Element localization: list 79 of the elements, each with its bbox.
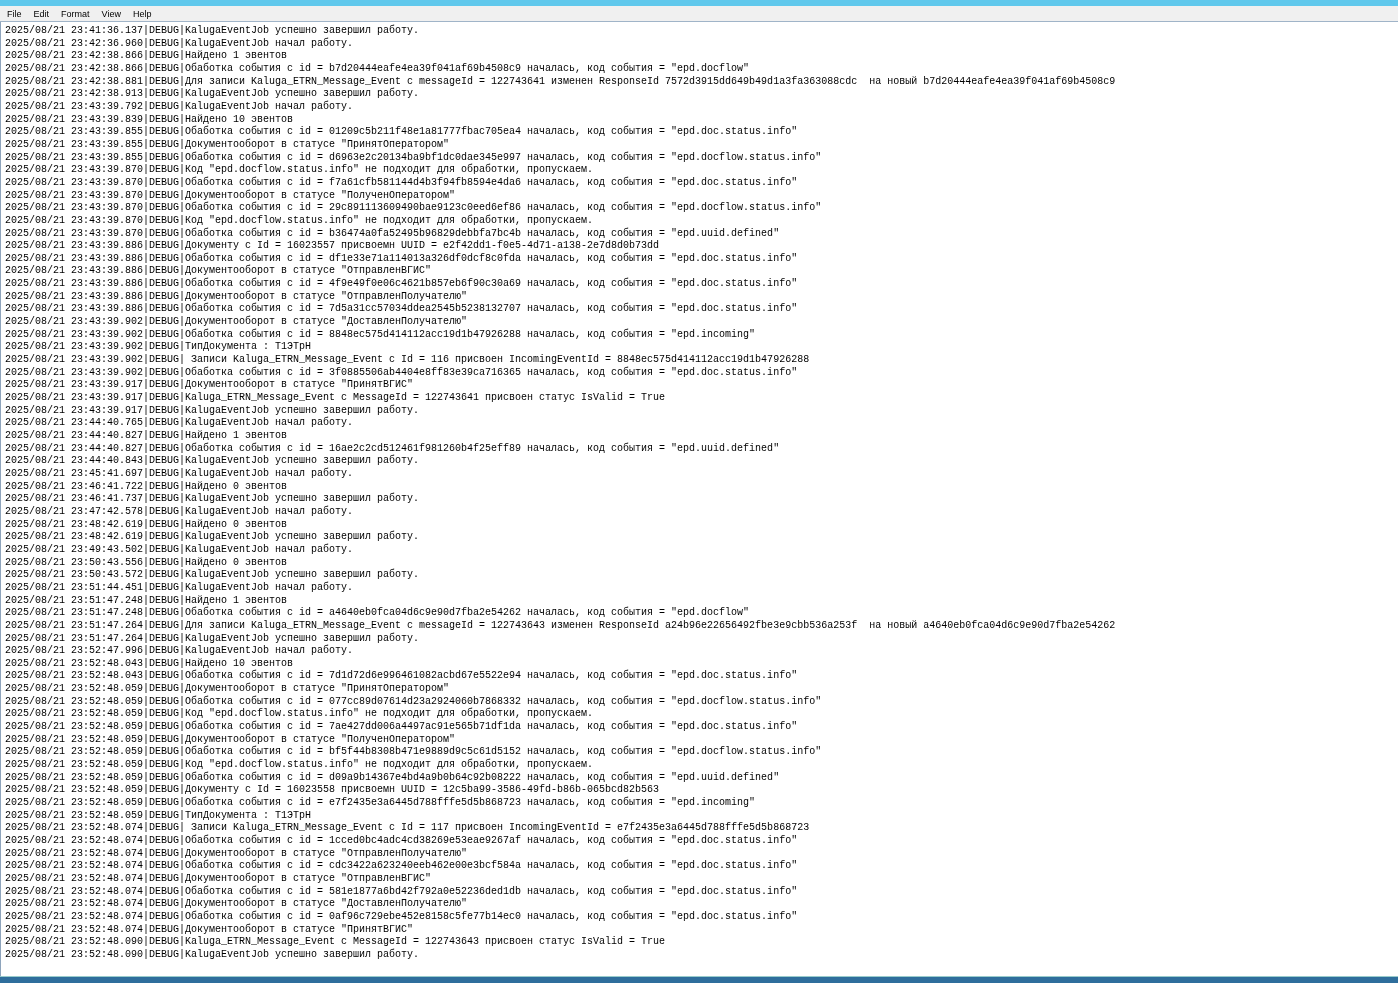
- log-line: 2025/08/21 23:43:39.917|DEBUG|Документооборот в статусе "ПринятВГИС": [5, 379, 414, 392]
- log-line: 2025/08/21 23:52:48.059|DEBUG|Обаботка события с id = e7f2435e3a6445d788fffe5d5b868723 началась, код события = "epd.incoming": [5, 797, 756, 810]
- log-line: 2025/08/21 23:52:48.059|DEBUG|ТипДокумента : Т1ЭТрН: [5, 809, 312, 822]
- log-line: 2025/08/21 23:48:42.619|DEBUG|KalugaEventJob успешно завершил работу.: [5, 531, 420, 543]
- menu-item[interactable]: Help: [126, 6, 158, 21]
- log-line: 2025/08/21 23:52:48.074|DEBUG|Документооборот в статусе "ДоставленПолучателю": [5, 898, 468, 910]
- log-line: 2025/08/21 23:47:42.578|DEBUG|KalugaEventJob начал работу.: [5, 505, 354, 519]
- log-line: 2025/08/21 23:52:48.043|DEBUG|Обаботка события с id = 7d1d72d6e996461082acbd67e5522e94 началась, код события = "epd.doc.status.info": [5, 670, 798, 682]
- log-line: 2025/08/21 23:48:42.619|DEBUG|Найдено 0 эвентов: [5, 518, 288, 531]
- log-line: 2025/08/21 23:52:48.059|DEBUG|Обаботка события с id = bf5f44b8308b471e9889d9c5c61d5152 началась, код события = "epd.docflow.status.info": [5, 746, 822, 758]
- log-line: 2025/08/21 23:50:43.556|DEBUG|Найдено 0 эвентов: [5, 556, 288, 569]
- log-line: 2025/08/21 23:52:48.074|DEBUG|Обаботка события с id = 0af96c729ebe452e8158c5fe77b14ec0 началась, код события = "epd.doc.status.info": [5, 910, 798, 923]
- log-line: 2025/08/21 23:52:48.059|DEBUG|Обаботка события с id = 7ae427dd006a4497ac91e565b71df1da началась, код события = "epd.doc.status.info": [5, 721, 798, 733]
- log-line: 2025/08/21 23:52:48.090|DEBUG|Kaluga_ETRN_Message_Event с MessageId = 122743643 присвоен статус IsValid = True: [5, 936, 666, 948]
- log-line: 2025/08/21 23:43:39.902|DEBUG|Обаботка события с id = 8848ec575d414112acc19d1b47926288 началась, код события = "epd.incoming": [5, 328, 756, 341]
- menu-item[interactable]: View: [95, 6, 127, 21]
- log-line: 2025/08/21 23:52:48.059|DEBUG|Код "epd.docflow.status.info" не подходит для обработки, пропускаем.: [5, 759, 594, 771]
- log-line: 2025/08/21 23:52:47.996|DEBUG|KalugaEventJob начал работу.: [5, 645, 354, 658]
- menu-item[interactable]: File: [1, 6, 28, 21]
- log-line: 2025/08/21 23:43:39.886|DEBUG|Обаботка события с id = 4f9e49f0e06c4621b857eb6f90c30a69 началась, код события = "epd.doc.status.info": [5, 278, 798, 290]
- log-line: 2025/08/21 23:52:48.074|DEBUG|Обаботка события с id = cdc3422a623240eeb462e00e3bcf584a началась, код события = "epd.doc.status.info": [5, 860, 798, 872]
- log-line: 2025/08/21 23:42:38.866|DEBUG|Обаботка события с id = b7d20444eafe4ea39f041af69b4508c9 началась, код события = "epd.docflow": [5, 62, 750, 76]
- log-line: 2025/08/21 23:51:47.248|DEBUG|Найдено 1 эвентов: [5, 594, 288, 606]
- log-line: 2025/08/21 23:43:39.855|DEBUG|Документооборот в статусе "ПринятОператором": [5, 138, 450, 151]
- log-line: 2025/08/21 23:44:40.765|DEBUG|KalugaEventJob начал работу.: [5, 417, 354, 430]
- log-line: 2025/08/21 23:43:39.870|DEBUG|Обаботка события с id = f7a61cfb581144d4b3f94fb8594e4da6 началась, код события = "epd.doc.status.info": [5, 176, 798, 189]
- log-line: 2025/08/21 23:43:39.870|DEBUG|Код "epd.docflow.status.info" не подходит для обработки, пропускаем.: [5, 164, 594, 176]
- log-line: 2025/08/21 23:42:38.881|DEBUG|Для записи Kaluga_ETRN_Message_Event с messageId = 122743641 изменен ResponseId 7572d3915dd649b49d1a3fa363088cdc на новый b7d20444eafe4ea39f041af69b4508c9: [5, 75, 1116, 87]
- log-line: 2025/08/21 23:52:48.059|DEBUG|Документооборот в статусе "ПринятОператором": [5, 683, 450, 695]
- menu-item[interactable]: Format: [55, 6, 96, 21]
- log-line: 2025/08/21 23:43:39.870|DEBUG|Обаботка события с id = 29c891113609490bae9123c0eed6ef86 началась, код события = "epd.docflow.status.info": [5, 202, 822, 214]
- log-line: 2025/08/21 23:52:48.074|DEBUG|Обаботка события с id = 581e1877a6bd42f792a0e52236ded1db началась, код события = "epd.doc.status.info": [5, 885, 798, 897]
- log-line: 2025/08/21 23:46:41.722|DEBUG|Найдено 0 эвентов: [5, 480, 288, 493]
- log-line: 2025/08/21 23:43:39.886|DEBUG|Документооборот в статусе "ОтправленВГИС": [5, 265, 432, 277]
- log-line: 2025/08/21 23:52:48.043|DEBUG|Найдено 10 эвентов: [5, 657, 294, 670]
- log-line: 2025/08/21 23:51:47.264|DEBUG|KalugaEventJob успешно завершил работу.: [5, 632, 420, 644]
- log-line: 2025/08/21 23:44:40.827|DEBUG|Найдено 1 эвентов: [5, 430, 288, 442]
- log-line: 2025/08/21 23:43:39.870|DEBUG|Код "epd.docflow.status.info" не подходит для обработки, пропускаем.: [5, 214, 594, 227]
- menu-item[interactable]: Edit: [27, 6, 56, 21]
- log-line: 2025/08/21 23:52:48.074|DEBUG|Документооборот в статусе "ОтправленВГИС": [5, 872, 432, 885]
- log-line: 2025/08/21 23:42:38.913|DEBUG|KalugaEventJob успешно завершил работу.: [5, 88, 420, 100]
- log-line: 2025/08/21 23:43:39.917|DEBUG|Kaluga_ETRN_Message_Event с MessageId = 122743641 присвоен статус IsValid = True: [5, 392, 666, 404]
- log-line: 2025/08/21 23:50:43.572|DEBUG|KalugaEventJob успешно завершил работу.: [5, 569, 420, 581]
- log-line: 2025/08/21 23:52:48.074|DEBUG| Записи Kaluga_ETRN_Message_Event с Id = 117 присвоен IncomingEventId = e7f2435e3a6445d788fffe5d5b868723: [5, 822, 810, 834]
- log-line: 2025/08/21 23:52:48.074|DEBUG|Документооборот в статусе "ОтправленПолучателю": [5, 847, 468, 859]
- log-line: 2025/08/21 23:51:44.451|DEBUG|KalugaEventJob начал работу.: [5, 581, 354, 595]
- log-line: 2025/08/21 23:43:39.792|DEBUG|KalugaEventJob начал работу.: [5, 100, 354, 114]
- log-line: 2025/08/21 23:44:40.843|DEBUG|KalugaEventJob успешно завершил работу.: [5, 455, 420, 467]
- log-line: 2025/08/21 23:43:39.870|DEBUG|Обаботка события с id = b36474a0fa52495b96829debbfa7bc4b началась, код события = "epd.uuid.defined": [5, 227, 780, 240]
- log-line: 2025/08/21 23:43:39.870|DEBUG|Документооборот в статусе "ПолученОператором": [5, 189, 456, 201]
- log-line: 2025/08/21 23:51:47.264|DEBUG|Для записи Kaluga_ETRN_Message_Event с messageId = 122743643 изменен ResponseId a24b96e22656492fbe3e9cbb536a253f на новый a4640eb0fca04d6c9e90d7fba2e54262: [5, 619, 1116, 632]
- log-line: 2025/08/21 23:52:48.059|DEBUG|Обаботка события с id = 077cc89d07614d23a2924060b7868332 началась, код события = "epd.docflow.status.info": [5, 695, 822, 708]
- log-line: 2025/08/21 23:43:39.902|DEBUG|Обаботка события с id = 3f0885506ab4404e8ff83e39ca716365 началась, код события = "epd.doc.status.info": [5, 366, 798, 379]
- log-line: 2025/08/21 23:52:48.059|DEBUG|Документу с Id = 16023558 присвоемн UUID = 12c5ba99-3586-49fd-b86b-065bcd82b563: [5, 784, 660, 796]
- log-line: 2025/08/21 23:49:43.502|DEBUG|KalugaEventJob начал работу.: [5, 543, 354, 557]
- log-line: 2025/08/21 23:51:47.248|DEBUG|Обаботка события с id = a4640eb0fca04d6c9e90d7fba2e54262 началась, код события = "epd.docflow": [5, 607, 750, 620]
- log-line: 2025/08/21 23:52:48.059|DEBUG|Код "epd.docflow.status.info" не подходит для обработки, пропускаем.: [5, 708, 594, 720]
- log-line: 2025/08/21 23:52:48.090|DEBUG|KalugaEventJob успешно завершил работу.: [5, 948, 420, 962]
- log-line: 2025/08/21 23:43:39.886|DEBUG|Обаботка события с id = 7d5a31cc57034ddea2545b5238132707 началась, код события = "epd.doc.status.info": [5, 303, 798, 315]
- log-line: 2025/08/21 23:43:39.855|DEBUG|Обаботка события с id = 01209c5b211f48e1a81777fbac705ea4 началась, код события = "epd.doc.status.info": [5, 126, 798, 138]
- log-line: 2025/08/21 23:43:39.886|DEBUG|Документооборот в статусе "ОтправленПолучателю": [5, 290, 468, 303]
- log-line: 2025/08/21 23:44:40.827|DEBUG|Обаботка события с id = 16ae2c2cd512461f981260b4f25eff89 началась, код события = "epd.uuid.defined": [5, 442, 780, 454]
- log-line: 2025/08/21 23:42:36.960|DEBUG|KalugaEventJob начал работу.: [5, 37, 354, 50]
- log-line: 2025/08/21 23:43:39.855|DEBUG|Обаботка события с id = d6963e2c20134ba9bf1dc0dae345e997 началась, код события = "epd.docflow.status.info": [5, 151, 822, 163]
- log-line: 2025/08/21 23:43:39.839|DEBUG|Найдено 10 эвентов: [5, 113, 294, 125]
- log-line: 2025/08/21 23:46:41.737|DEBUG|KalugaEventJob успешно завершил работу.: [5, 493, 420, 505]
- log-line: 2025/08/21 23:52:48.059|DEBUG|Документооборот в статусе "ПолученОператором": [5, 733, 456, 746]
- log-line: 2025/08/21 23:43:39.902|DEBUG| Записи Kaluga_ETRN_Message_Event с Id = 116 присвоен IncomingEventId = 8848ec575d414112acc19d1b47926288: [5, 354, 810, 366]
- log-line: 2025/08/21 23:52:48.074|DEBUG|Обаботка события с id = 1cced0bc4adc4cd38269e53eae9267af началась, код события = "epd.doc.status.info": [5, 835, 798, 847]
- log-line: 2025/08/21 23:41:36.137|DEBUG|KalugaEventJob успешно завершил работу.: [5, 25, 420, 37]
- log-line: 2025/08/21 23:43:39.886|DEBUG|Документу с Id = 16023557 присвоемн UUID = e2f42dd1-f0e5-4d71-a138-2e7d8d0b73dd: [5, 240, 660, 252]
- log-line: 2025/08/21 23:43:39.902|DEBUG|ТипДокумента : Т1ЭТрН: [5, 341, 312, 354]
- log-line: 2025/08/21 23:43:39.886|DEBUG|Обаботка события с id = df1e33e71a114013a326df0dcf8c0fda началась, код события = "epd.doc.status.info": [5, 252, 798, 265]
- log-line: 2025/08/21 23:45:41.697|DEBUG|KalugaEventJob начал работу.: [5, 467, 354, 481]
- log-line: 2025/08/21 23:43:39.902|DEBUG|Документооборот в статусе "ДоставленПолучателю": [5, 316, 468, 328]
- log-line: 2025/08/21 23:43:39.917|DEBUG|KalugaEventJob успешно завершил работу.: [5, 404, 420, 416]
- log-line: 2025/08/21 23:52:48.074|DEBUG|Документооборот в статусе "ПринятВГИС": [5, 923, 414, 936]
- log-line: 2025/08/21 23:52:48.059|DEBUG|Обаботка события с id = d09a9b14367e4bd4a9b0b64c92b08222 началась, код события = "epd.uuid.defined": [5, 771, 780, 784]
- log-line: 2025/08/21 23:42:38.866|DEBUG|Найдено 1 эвентов: [5, 50, 288, 62]
